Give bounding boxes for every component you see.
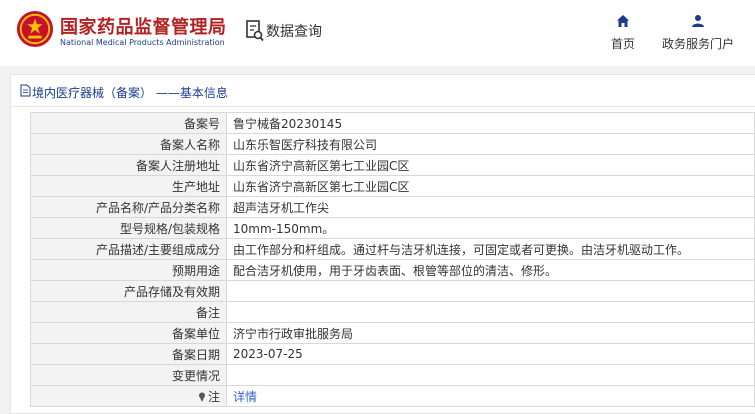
field-label: 产品名称/产品分类名称 [30, 196, 227, 218]
agency-name-en[interactable]: National Medical Products Administration [60, 38, 225, 47]
table-row: 备注 [30, 301, 755, 323]
field-label: 产品描述/主要组成成分 [30, 238, 227, 260]
field-value: 由工作部分和杆组成。通过杆与洁牙机连接，可固定或者可更换。由洁牙机驱动工作。 [226, 238, 755, 260]
pin-icon [198, 392, 205, 402]
panel-header: 境内医疗器械（备案） ——基本信息 [11, 75, 755, 107]
data-query-icon[interactable] [246, 20, 264, 42]
field-value: 山东省济宁高新区第七工业园C区 [226, 154, 755, 176]
details-link[interactable]: 详情 [233, 390, 257, 404]
field-label: 备案日期 [30, 343, 227, 365]
field-label: 型号规格/包装规格 [30, 217, 227, 239]
document-icon [20, 84, 31, 97]
table-row: 备案单位 济宁市行政审批服务局 [30, 322, 755, 344]
table-row: 产品描述/主要组成成分 由工作部分和杆组成。通过杆与洁牙机连接，可固定或者可更换… [30, 238, 755, 260]
table-row: 产品存储及有效期 [30, 280, 755, 302]
national-emblem-icon [16, 10, 54, 48]
nav-home[interactable]: 首页 [609, 14, 637, 52]
field-label: 产品存储及有效期 [30, 280, 227, 302]
field-label: 生产地址 [30, 175, 227, 197]
field-value: 配合洁牙机使用，用于牙齿表面、根管等部位的清洁、修形。 [226, 259, 755, 281]
field-value: 山东乐智医疗科技有限公司 [226, 133, 755, 155]
table-row: 生产地址 山东省济宁高新区第七工业园C区 [30, 175, 755, 197]
field-label: 备案人名称 [30, 133, 227, 155]
table-row: 备案日期 2023-07-25 [30, 343, 755, 365]
nav-service-portal[interactable]: 政务服务门户 [660, 14, 736, 52]
table-row: 预期用途 配合洁牙机使用，用于牙齿表面、根管等部位的清洁、修形。 [30, 259, 755, 281]
field-label: 变更情况 [30, 364, 227, 386]
field-value: 10mm-150mm。 [226, 217, 755, 239]
note-label-text: 注 [207, 389, 220, 404]
field-value [226, 301, 755, 323]
nav-service-portal-label: 政务服务门户 [661, 37, 734, 51]
user-icon [692, 15, 704, 27]
table-row: 产品名称/产品分类名称 超声洁牙机工作尖 [30, 196, 755, 218]
field-label: 备案单位 [30, 322, 227, 344]
note-value: 详情 [226, 385, 755, 407]
field-value [226, 364, 755, 386]
panel-title: 境内医疗器械（备案） ——基本信息 [32, 86, 228, 100]
field-label: 备注 [30, 301, 227, 323]
home-icon [617, 15, 629, 27]
table-row: 变更情况 [30, 364, 755, 386]
note-label: 注 [30, 385, 227, 407]
agency-name-cn[interactable]: 国家药品监督管理局 [60, 13, 227, 39]
table-row: 备案人名称 山东乐智医疗科技有限公司 [30, 133, 755, 155]
field-value [226, 280, 755, 302]
header-bar: 国家药品监督管理局 National Medical Products Admi… [0, 0, 755, 66]
field-value: 山东省济宁高新区第七工业园C区 [226, 175, 755, 197]
nav-home-label: 首页 [610, 37, 635, 51]
field-label: 备案人注册地址 [30, 154, 227, 176]
field-label: 备案号 [30, 112, 227, 134]
field-value: 超声洁牙机工作尖 [226, 196, 755, 218]
table-row-note: 注 详情 [30, 385, 755, 407]
record-info-table: 备案号 鲁宁械备20230145 备案人名称 山东乐智医疗科技有限公司 备案人注… [30, 112, 755, 407]
field-label: 预期用途 [30, 259, 227, 281]
field-value: 济宁市行政审批服务局 [226, 322, 755, 344]
table-row: 备案号 鲁宁械备20230145 [30, 112, 755, 134]
field-value: 2023-07-25 [226, 343, 755, 365]
data-query-link[interactable]: 数据查询 [266, 21, 322, 41]
table-row: 备案人注册地址 山东省济宁高新区第七工业园C区 [30, 154, 755, 176]
field-value: 鲁宁械备20230145 [226, 112, 755, 134]
table-row: 型号规格/包装规格 10mm-150mm。 [30, 217, 755, 239]
